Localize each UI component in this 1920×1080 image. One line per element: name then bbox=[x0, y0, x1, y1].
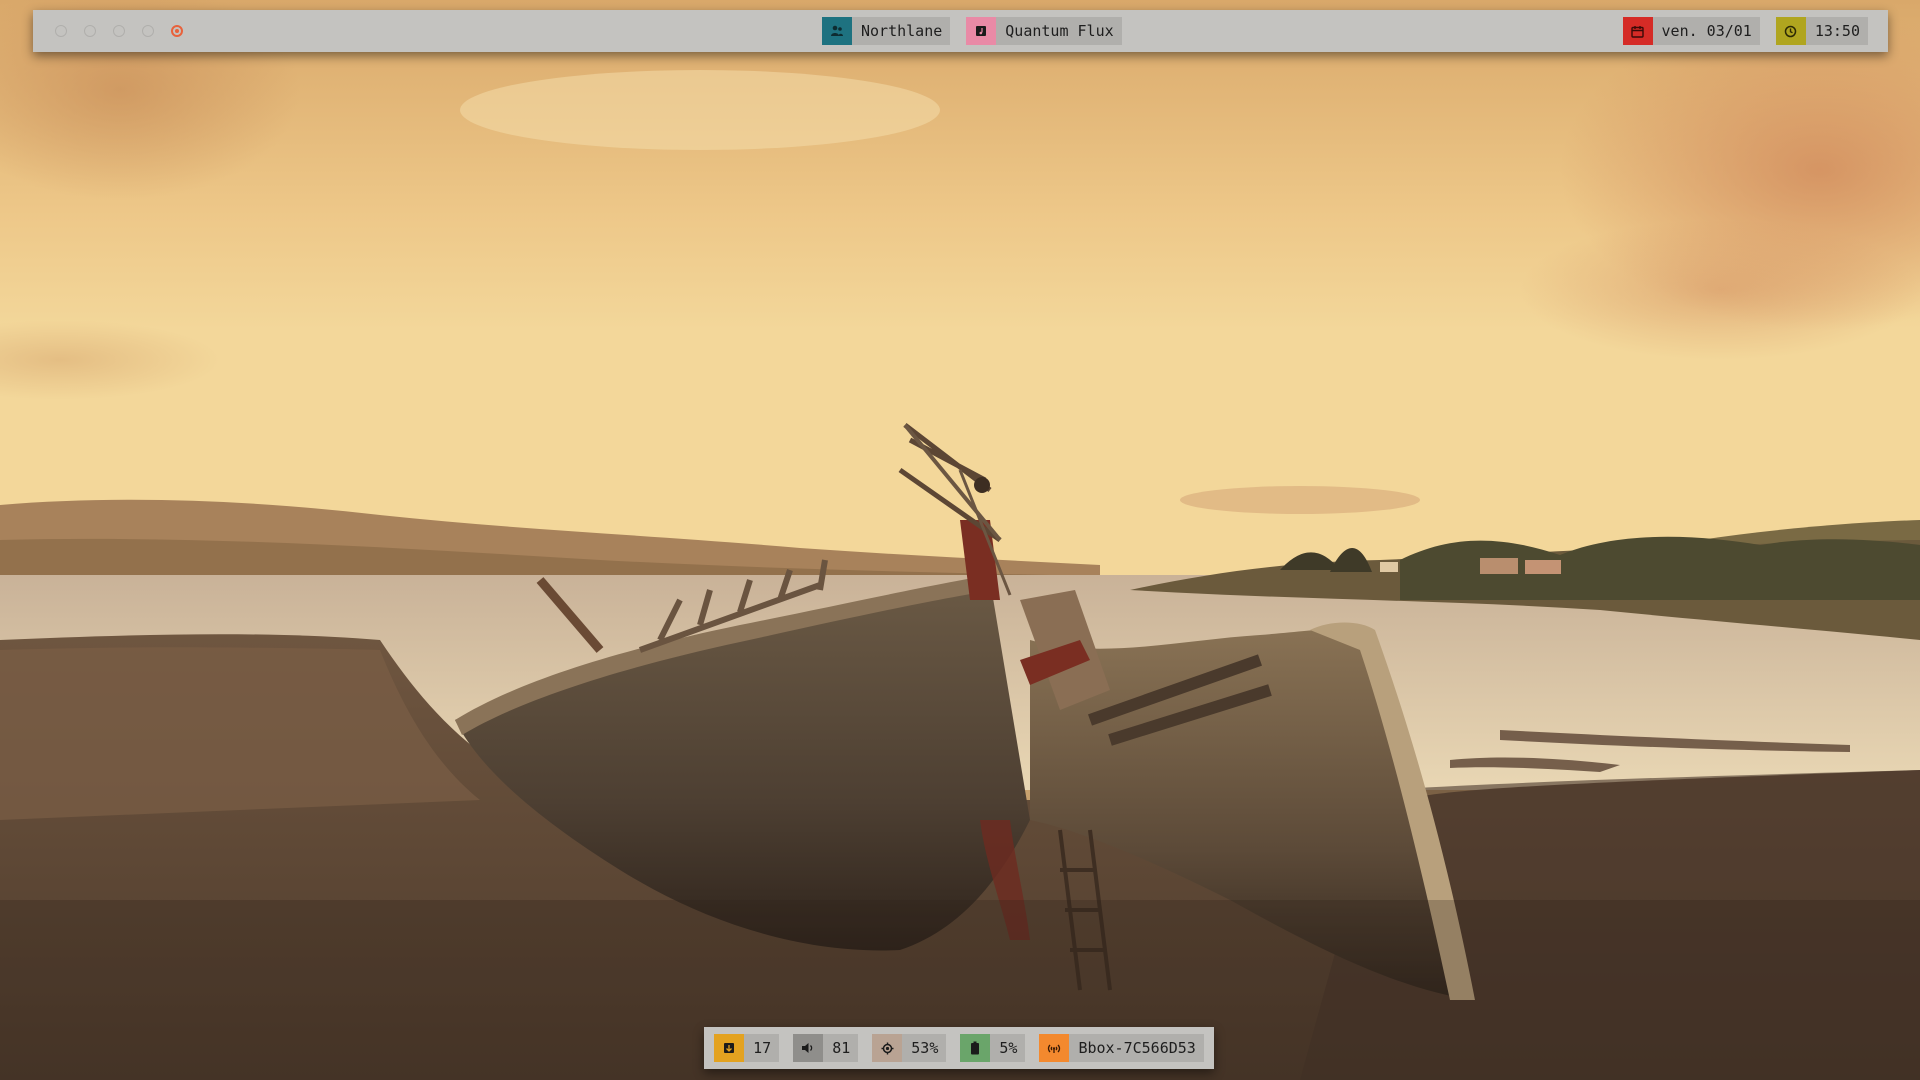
updates-count: 17 bbox=[753, 1039, 772, 1057]
cpu-module[interactable]: 53% bbox=[872, 1034, 947, 1062]
wifi-network-name: Bbox-7C566D53 bbox=[1078, 1039, 1196, 1057]
volume-level: 81 bbox=[832, 1039, 851, 1057]
updates-module[interactable]: 17 bbox=[714, 1034, 780, 1062]
cpu-icon bbox=[872, 1034, 903, 1062]
top-center-modules: Northlane Quantum Flux bbox=[822, 10, 1122, 52]
workspace-4-button[interactable] bbox=[142, 25, 154, 37]
calendar-icon bbox=[1622, 17, 1653, 45]
clock-module[interactable]: 13:50 bbox=[1775, 17, 1868, 45]
volume-module[interactable]: 81 bbox=[793, 1034, 859, 1062]
music-note-icon bbox=[966, 17, 997, 45]
date-label: ven. 03/01 bbox=[1661, 22, 1752, 40]
workspace-2-button[interactable] bbox=[84, 25, 96, 37]
users-icon bbox=[822, 17, 852, 45]
cpu-usage: 53% bbox=[911, 1039, 939, 1057]
wallpaper-beached-boats-image bbox=[0, 0, 1920, 1080]
clock-icon bbox=[1775, 17, 1806, 45]
battery-level: 5% bbox=[999, 1039, 1018, 1057]
wifi-module[interactable]: Bbox-7C566D53 bbox=[1039, 1034, 1204, 1062]
workspace-1-button[interactable] bbox=[55, 25, 67, 37]
battery-module[interactable]: 5% bbox=[960, 1034, 1026, 1062]
top-bar: Northlane Quantum Flux ven. 03/01 13:50 bbox=[33, 10, 1888, 52]
user-label: Northlane bbox=[861, 22, 943, 40]
workspace-3-button[interactable] bbox=[113, 25, 125, 37]
date-module[interactable]: ven. 03/01 bbox=[1622, 17, 1760, 45]
music-module[interactable]: Quantum Flux bbox=[966, 17, 1122, 45]
package-icon bbox=[714, 1034, 745, 1062]
top-right-modules: ven. 03/01 13:50 bbox=[1622, 10, 1868, 52]
bottom-bar: 17 81 53% 5% Bbox-7C566D53 bbox=[704, 1027, 1214, 1069]
music-label: Quantum Flux bbox=[1005, 22, 1114, 40]
speaker-icon bbox=[793, 1034, 824, 1062]
desktop-wallpaper bbox=[0, 0, 1920, 1080]
wifi-icon bbox=[1039, 1034, 1070, 1062]
clock-label: 13:50 bbox=[1814, 22, 1860, 40]
workspace-5-button-active[interactable] bbox=[171, 25, 183, 37]
battery-icon bbox=[960, 1034, 991, 1062]
workspace-switcher bbox=[55, 10, 183, 52]
user-module[interactable]: Northlane bbox=[822, 17, 951, 45]
